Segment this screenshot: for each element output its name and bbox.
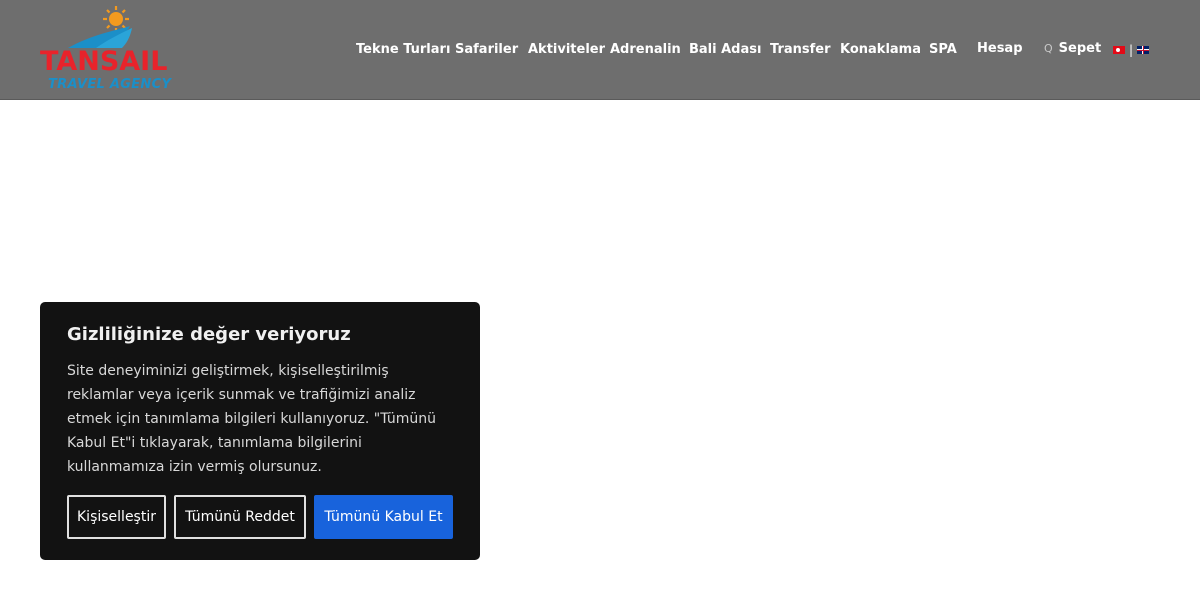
cart-label: Sepet (1058, 41, 1102, 56)
accept-all-button[interactable]: Tümünü Kabul Et (314, 495, 453, 539)
nav-item-safariler[interactable]: Safariler (455, 42, 518, 58)
cart-icon: Q (1044, 42, 1053, 55)
cookie-title: Gizliliğinize değer veriyoruz (67, 324, 351, 345)
nav-item-aktiviteler[interactable]: Aktiviteler (528, 42, 605, 58)
nav-item-adrenalin[interactable]: Adrenalin (610, 42, 681, 58)
site-logo[interactable]: TANSAIL TRAVEL AGENCY (38, 4, 188, 98)
logo-tagline: TRAVEL AGENCY (48, 77, 172, 92)
uk-flag-icon[interactable] (1137, 46, 1150, 54)
cookie-consent-banner: Gizliliğinize değer veriyoruz Site deney… (40, 302, 480, 560)
language-separator: | (1129, 43, 1134, 57)
nav-item-bali-adasi[interactable]: Bali Adası (689, 42, 761, 58)
nav-item-konaklama[interactable]: Konaklama (840, 42, 921, 58)
nav-item-tekne-turlari[interactable]: Tekne Turları (356, 42, 450, 58)
nav-item-transfer[interactable]: Transfer (770, 42, 831, 58)
turkey-flag-icon[interactable] (1113, 46, 1125, 54)
nav-item-cart[interactable]: Q Sepet (1044, 41, 1101, 57)
language-switcher: | (1113, 43, 1150, 57)
logo-brand-name: TANSAIL (40, 46, 168, 77)
nav-item-account[interactable]: Hesap (971, 41, 1023, 57)
nav-item-spa[interactable]: SPA (929, 42, 957, 58)
customize-button[interactable]: Kişiselleştir (67, 495, 166, 539)
cookie-description: Site deneyiminizi geliştirmek, kişiselle… (67, 363, 436, 475)
site-header: TANSAIL TRAVEL AGENCY Tekne Turları Safa… (0, 0, 1200, 100)
account-label: Hesap (977, 41, 1023, 56)
reject-all-button[interactable]: Tümünü Reddet (174, 495, 306, 539)
